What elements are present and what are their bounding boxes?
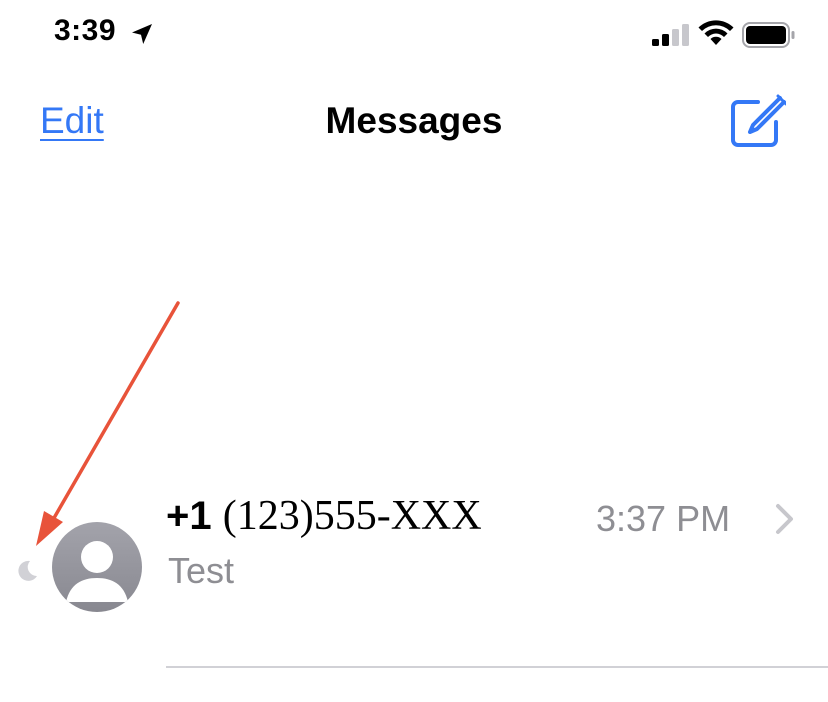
location-arrow-icon [132, 24, 152, 44]
chevron-right-icon [776, 504, 793, 534]
message-timestamp: 3:37 PM [596, 498, 731, 539]
contact-name-number: (123)555-XXX [222, 493, 482, 539]
avatar [52, 522, 142, 612]
person-silhouette-icon [52, 522, 142, 612]
wifi-icon [698, 20, 734, 45]
conversation-row[interactable]: +1 (123)555-XXX 3:37 PM Test [0, 470, 828, 670]
contact-name-prefix: +1 [166, 494, 212, 538]
row-divider [166, 666, 828, 668]
message-preview: Test [168, 550, 235, 591]
battery-icon [742, 22, 795, 48]
contact-name: +1 (123)555-XXX [166, 492, 482, 540]
compose-icon[interactable] [728, 94, 786, 150]
do-not-disturb-moon-icon [18, 560, 37, 581]
cellular-signal-icon [652, 24, 689, 46]
status-bar: 3:39 [0, 0, 828, 70]
status-time: 3:39 [54, 14, 117, 47]
page-title: Messages [325, 100, 503, 141]
